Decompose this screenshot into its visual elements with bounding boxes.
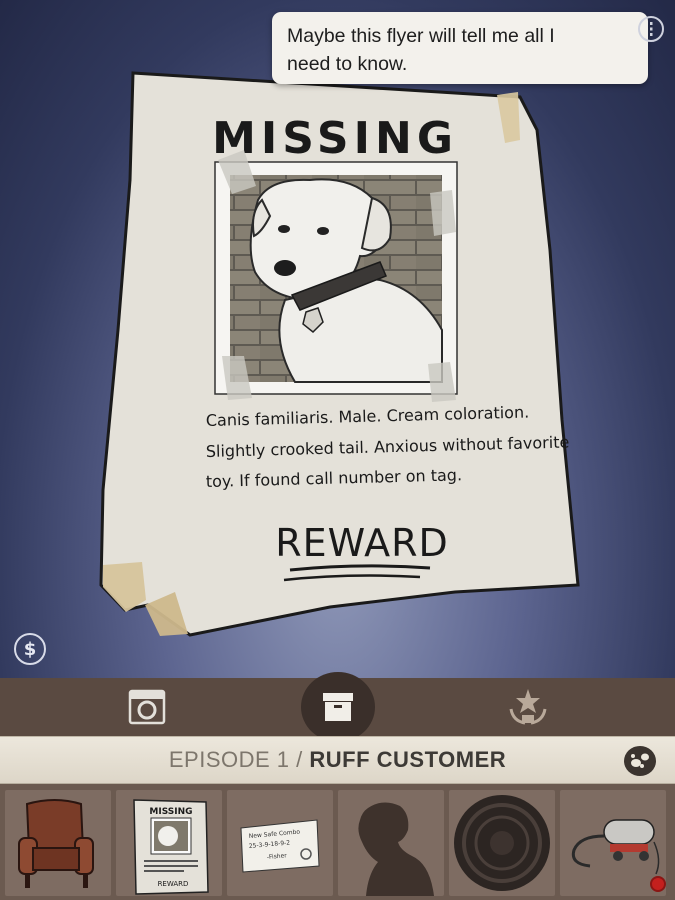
episode-title: EPISODE 1 / RUFF CUSTOMER bbox=[0, 737, 675, 783]
inventory-slot-armchair[interactable] bbox=[5, 790, 111, 896]
note-icon: New Safe Combo 25-3-9-18-9-2 -Fisher bbox=[240, 819, 320, 873]
menu-button[interactable] bbox=[638, 14, 664, 44]
menu-icon bbox=[638, 16, 664, 42]
money-button[interactable]: $ bbox=[14, 633, 46, 665]
alert-dot bbox=[650, 876, 666, 892]
inventory-slot-dog-silhouette[interactable] bbox=[338, 790, 444, 896]
inventory-slot-safe-dial[interactable] bbox=[449, 790, 555, 896]
mini-poster-reward: REWARD bbox=[158, 880, 189, 888]
dog-silhouette-icon bbox=[358, 802, 434, 896]
episode-bar: EPISODE 1 / RUFF CUSTOMER bbox=[0, 736, 675, 784]
paw-prints-icon bbox=[631, 753, 649, 768]
paw-gallery-button[interactable] bbox=[624, 746, 656, 776]
missing-poster[interactable]: MISSING Canis familiaris. Male. Cream co… bbox=[99, 71, 580, 637]
trophy-icon bbox=[509, 689, 547, 725]
dialogue-line-1: Maybe this flyer will tell me all I bbox=[287, 25, 555, 47]
safe-dial-icon bbox=[454, 795, 550, 891]
episode-name: RUFF CUSTOMER bbox=[309, 747, 507, 772]
dialogue-line-2: need to know. bbox=[287, 53, 408, 75]
inventory-bar: MISSING REWARD New Safe Combo 25-3-9-18-… bbox=[0, 784, 675, 900]
mini-poster-title: MISSING bbox=[149, 807, 192, 817]
armchair-icon bbox=[18, 799, 94, 888]
camera-icon bbox=[128, 689, 166, 725]
evidence-tool-button[interactable] bbox=[298, 678, 378, 736]
dollar-icon: $ bbox=[23, 638, 37, 660]
tape-photo-tr bbox=[430, 190, 456, 236]
inventory-slot-safe-note[interactable]: New Safe Combo 25-3-9-18-9-2 -Fisher bbox=[227, 790, 333, 896]
scene: MISSING Canis familiaris. Male. Cream co… bbox=[99, 71, 580, 637]
trophy-tool-button[interactable] bbox=[488, 678, 568, 736]
evidence-box-icon bbox=[323, 693, 353, 721]
missing-poster-icon: MISSING REWARD bbox=[133, 799, 209, 895]
camera-tool-button[interactable] bbox=[107, 678, 187, 736]
poster-title: MISSING bbox=[212, 113, 458, 164]
episode-number: EPISODE 1 / bbox=[168, 747, 303, 772]
inventory-slot-missing-poster[interactable]: MISSING REWARD bbox=[116, 790, 222, 896]
poster-reward: REWARD bbox=[275, 521, 449, 565]
dialogue-bubble[interactable]: Maybe this flyer will tell me all I need… bbox=[272, 12, 648, 84]
